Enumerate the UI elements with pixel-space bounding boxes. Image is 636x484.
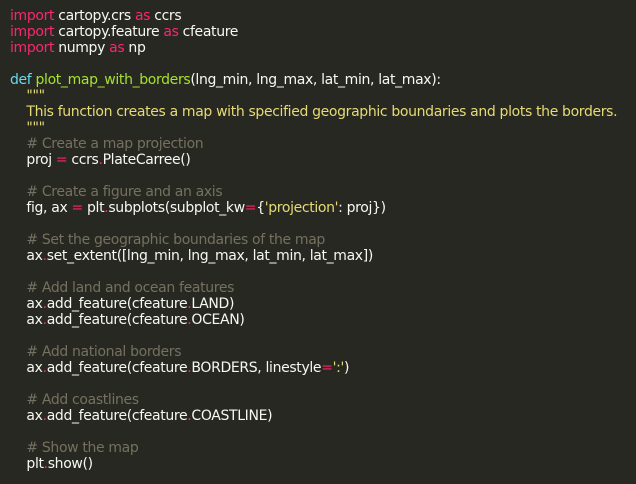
code-token: # Set the geographic boundaries of the m… [10, 232, 325, 248]
code-token: : proj}) [338, 200, 386, 216]
code-token: cartopy.feature [54, 24, 164, 40]
code-line: This function creates a map with specifi… [0, 104, 636, 120]
code-token: = [244, 200, 257, 216]
code-token: import [10, 40, 55, 56]
code-token: PlateCarree() [102, 152, 191, 168]
code-token: # Add coastlines [10, 392, 139, 408]
code-token: as [163, 24, 179, 40]
code-line: # Add land and ocean features [0, 280, 636, 296]
code-token: numpy [54, 40, 110, 56]
code-token: COASTLINE) [191, 408, 273, 424]
code-token: cartopy.crs [54, 8, 135, 24]
code-token: as [109, 40, 125, 56]
code-line: ax.add_feature(cfeature.OCEAN) [0, 312, 636, 328]
code-line: ax.add_feature(cfeature.LAND) [0, 296, 636, 312]
code-token: add_feature(cfeature [46, 312, 188, 328]
code-line: import cartopy.feature as cfeature [0, 24, 636, 40]
code-line: """ [0, 120, 636, 136]
code-token: # Add national borders [10, 344, 182, 360]
code-token: ':' [332, 360, 345, 376]
code-line: # Show the map [0, 440, 636, 456]
code-line: """ [0, 88, 636, 104]
code-token: plt [82, 200, 105, 216]
code-token: add_feature(cfeature [46, 360, 188, 376]
code-token: ax [10, 312, 43, 328]
code-token: plt [10, 456, 44, 472]
code-token: plot_map_with_borders [35, 72, 191, 88]
code-token: BORDERS, linestyle [191, 360, 322, 376]
code-token: def [10, 72, 32, 88]
code-token: import [10, 8, 55, 24]
code-token: """ [10, 120, 45, 136]
code-token: ax [10, 296, 43, 312]
code-token: import [10, 24, 55, 40]
code-token: ax [10, 408, 43, 424]
code-token: = [71, 200, 84, 216]
code-token: proj [10, 152, 56, 168]
code-line: import numpy as np [0, 40, 636, 56]
code-token: = [321, 360, 333, 376]
code-token: = [55, 152, 68, 168]
code-token: ax [10, 248, 43, 264]
code-editor[interactable]: import cartopy.crs as ccrs import cartopy… [0, 0, 636, 484]
code-line: ax.set_extent([lng_min, lng_max, lat_min… [0, 248, 636, 264]
code-line: plt.show() [0, 456, 636, 472]
code-line: # Set the geographic boundaries of the m… [0, 232, 636, 248]
code-token: # Add land and ocean features [10, 280, 235, 296]
code-token: show() [47, 456, 93, 472]
code-token: This function creates a map with specifi… [10, 104, 618, 120]
code-token: subplots(subplot_kw [108, 200, 245, 216]
code-token: ccrs [67, 152, 99, 168]
code-line: import cartopy.crs as ccrs [0, 8, 636, 24]
code-token: # Create a map projection [10, 136, 204, 152]
code-line: # Add coastlines [0, 392, 636, 408]
code-token: fig, ax [10, 200, 72, 216]
code-token: cfeature [178, 24, 239, 40]
code-token: ) [343, 360, 350, 376]
code-line: def plot_map_with_borders(lng_min, lng_m… [0, 72, 636, 88]
code-token: set_extent([lng_min, lng_max, lat_min, l… [46, 248, 374, 264]
code-token: (lng_min, lng_max, lat_min, lat_max): [190, 72, 441, 88]
code-token: # Show the map [10, 440, 139, 456]
code-token: { [256, 200, 265, 216]
code-token: np [124, 40, 146, 56]
code-token: 'projection' [264, 200, 339, 216]
code-token: add_feature(cfeature [46, 296, 188, 312]
code-token: """ [10, 88, 45, 104]
code-line: fig, ax = plt.subplots(subplot_kw={'proj… [0, 200, 636, 216]
code-line: # Create a figure and an axis [0, 184, 636, 200]
code-token: add_feature(cfeature [46, 408, 188, 424]
code-token: ccrs [150, 8, 182, 24]
code-token: ax [10, 360, 43, 376]
code-line: proj = ccrs.PlateCarree() [0, 152, 636, 168]
code-token: # Create a figure and an axis [10, 184, 223, 200]
code-line: ax.add_feature(cfeature.BORDERS, linesty… [0, 360, 636, 376]
code-line: # Add national borders [0, 344, 636, 360]
code-token: as [134, 8, 151, 24]
code-token: LAND) [191, 296, 235, 312]
code-line: # Create a map projection [0, 136, 636, 152]
code-line: ax.add_feature(cfeature.COASTLINE) [0, 408, 636, 424]
code-token: OCEAN) [191, 312, 245, 328]
